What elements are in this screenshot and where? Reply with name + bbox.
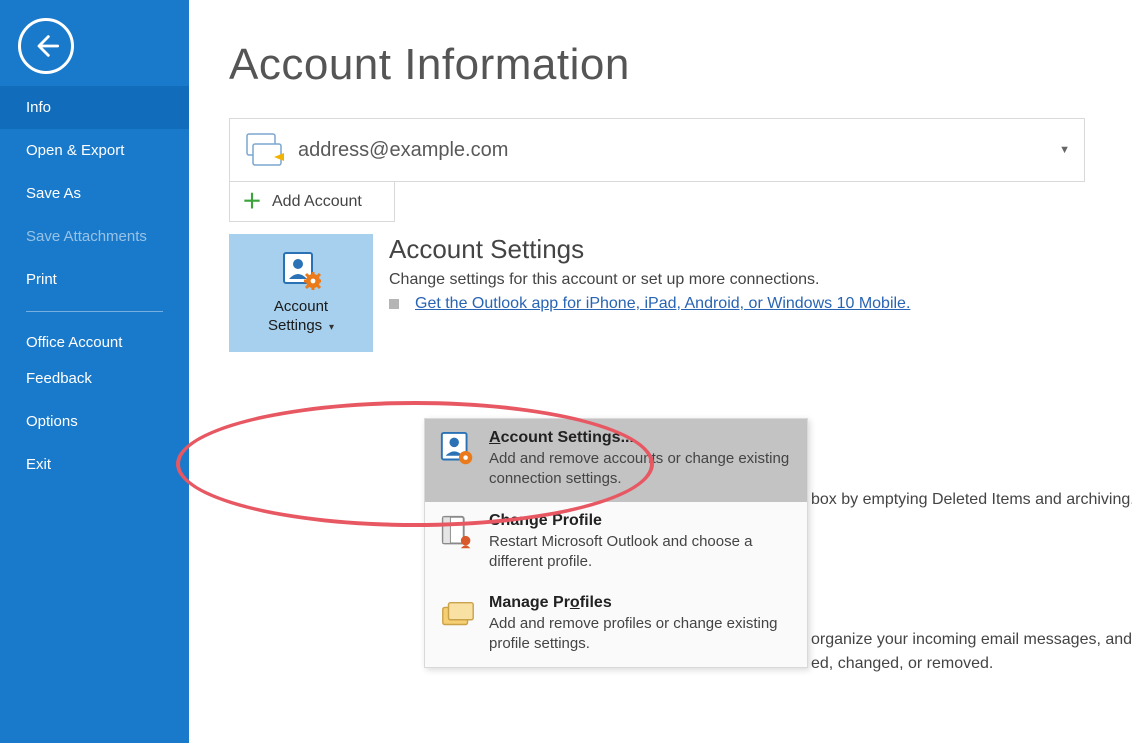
account-settings-dropdown: Account Settings... Add and remove accou…	[424, 418, 808, 668]
menu-item-title: Manage Profiles	[489, 594, 793, 612]
menu-item-manage-profiles[interactable]: Manage Profiles Add and remove profiles …	[425, 584, 807, 667]
tile-label-line2: Settings	[268, 317, 322, 334]
nav-feedback[interactable]: Feedback	[0, 357, 189, 400]
back-arrow-icon	[32, 32, 60, 60]
hidden-text-rules1: organize your incoming email messages, a…	[811, 631, 1132, 649]
add-account-button[interactable]: ＋ Add Account	[229, 182, 395, 222]
get-outlook-app-link[interactable]: Get the Outlook app for iPhone, iPad, An…	[415, 295, 910, 313]
nav-exit[interactable]: Exit	[0, 443, 189, 486]
menu-item-title: Change Profile	[489, 512, 793, 530]
contact-gear-icon	[281, 251, 321, 291]
hidden-text-mailbox: box by emptying Deleted Items and archiv…	[811, 491, 1132, 509]
account-settings-tile[interactable]: Account Settings ▾	[229, 234, 373, 352]
menu-item-title: Account Settings...	[489, 429, 793, 447]
folders-icon	[439, 596, 477, 634]
account-selector[interactable]: address@example.com ▼	[229, 118, 1085, 182]
menu-item-desc: Add and remove profiles or change existi…	[489, 614, 793, 655]
nav-options[interactable]: Options	[0, 400, 189, 443]
mailbox-icon	[244, 131, 284, 169]
hidden-text-rules2: ed, changed, or removed.	[811, 655, 993, 673]
menu-item-account-settings[interactable]: Account Settings... Add and remove accou…	[425, 419, 807, 502]
menu-item-desc: Restart Microsoft Outlook and choose a d…	[489, 532, 793, 573]
section-desc-account-settings: Change settings for this account or set …	[389, 271, 910, 289]
nav-print[interactable]: Print	[0, 258, 189, 301]
add-account-label: Add Account	[272, 193, 362, 211]
section-heading-account-settings: Account Settings	[389, 234, 910, 265]
back-button[interactable]	[18, 18, 74, 74]
page-title: Account Information	[229, 40, 1092, 90]
nav-save-as[interactable]: Save As	[0, 172, 189, 215]
chevron-down-icon: ▾	[326, 322, 334, 333]
account-email: address@example.com	[298, 139, 508, 162]
menu-item-change-profile[interactable]: Change Profile Restart Microsoft Outlook…	[425, 502, 807, 585]
main-content: Account Information address@example.com …	[189, 0, 1132, 743]
nav-save-attachments: Save Attachments	[0, 215, 189, 258]
nav-separator	[26, 311, 163, 312]
dropdown-caret-icon[interactable]: ▼	[1059, 144, 1070, 156]
backstage-sidebar: Info Open & Export Save As Save Attachme…	[0, 0, 189, 743]
nav-office-account[interactable]: Office Account	[0, 322, 189, 357]
contact-gear-icon	[439, 431, 477, 469]
plus-icon: ＋	[242, 192, 262, 212]
profile-switch-icon	[439, 514, 477, 552]
nav-open-export[interactable]: Open & Export	[0, 129, 189, 172]
menu-item-desc: Add and remove accounts or change existi…	[489, 449, 793, 490]
tile-label-line1: Account	[274, 298, 328, 315]
bullet-icon	[389, 299, 399, 309]
nav-info[interactable]: Info	[0, 86, 189, 129]
